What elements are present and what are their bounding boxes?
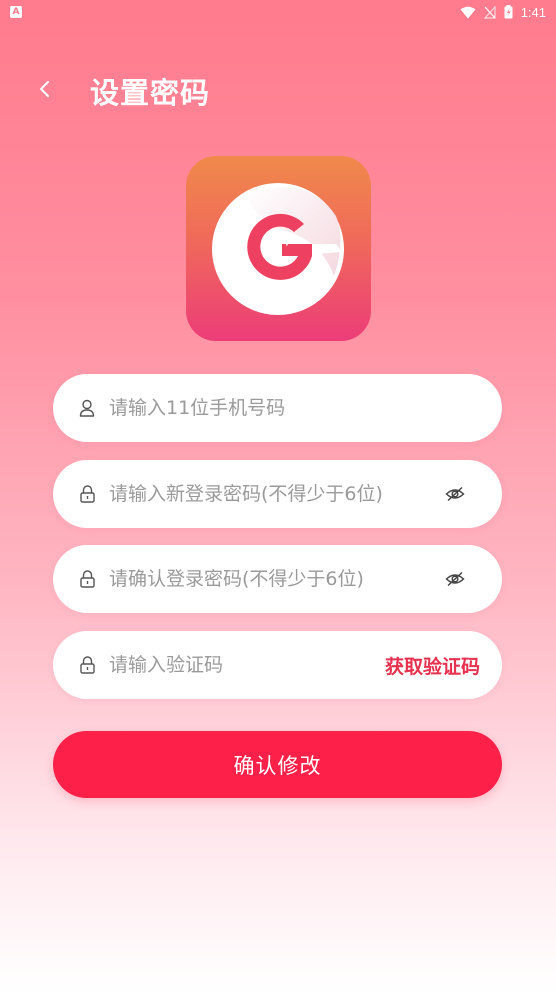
signal-icon <box>483 5 496 19</box>
verification-code-field[interactable]: 获取验证码 <box>53 631 502 699</box>
back-button[interactable] <box>30 74 60 104</box>
header: 设置密码 <box>0 64 556 114</box>
eye-hidden-icon[interactable] <box>444 484 466 504</box>
confirm-password-field[interactable] <box>53 545 502 613</box>
confirm-password-input[interactable] <box>109 545 439 613</box>
battery-icon <box>504 5 513 19</box>
app-logo <box>186 156 371 341</box>
page-title: 设置密码 <box>90 76 211 110</box>
status-time: 1:41 <box>520 4 546 20</box>
wifi-icon <box>460 6 476 19</box>
notification-icon: A <box>10 6 22 18</box>
new-password-field[interactable] <box>53 460 502 528</box>
chevron-left-icon <box>40 81 49 97</box>
lock-icon <box>78 484 96 504</box>
phone-field[interactable] <box>53 374 502 442</box>
status-left: A <box>10 6 22 18</box>
get-code-button[interactable]: 获取验证码 <box>385 631 480 699</box>
status-bar: A 1:41 <box>0 0 556 24</box>
lock-icon <box>78 569 96 589</box>
confirm-change-button[interactable]: 确认修改 <box>53 731 502 798</box>
app-logo-g-icon <box>212 183 344 315</box>
phone-input[interactable] <box>109 374 439 442</box>
lock-icon <box>78 655 96 675</box>
status-right: 1:41 <box>460 5 546 20</box>
new-password-input[interactable] <box>109 460 439 528</box>
verification-code-input[interactable] <box>109 631 359 699</box>
user-icon <box>78 398 96 418</box>
eye-hidden-icon[interactable] <box>444 569 466 589</box>
